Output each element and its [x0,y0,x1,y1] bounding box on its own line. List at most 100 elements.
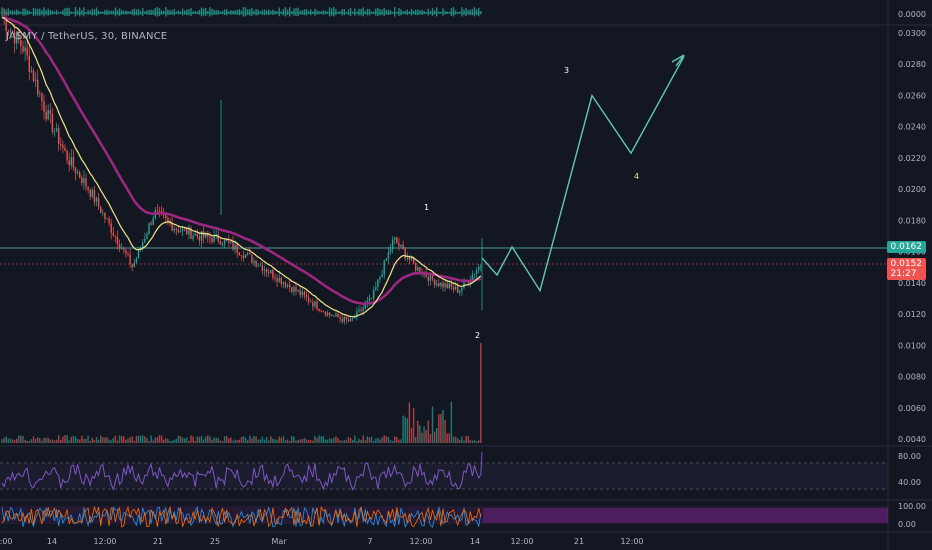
candle-body [68,160,70,166]
candle-body [452,287,455,290]
volume-bar [289,440,291,443]
time-tick: 25 [210,537,220,546]
candle-body [272,270,274,278]
top-strip-bar [305,9,308,16]
top-strip-bar [280,11,282,14]
top-strip-bar [343,9,345,16]
volume-bar [7,438,9,443]
candle-body [337,313,339,318]
volume-bar [347,437,350,443]
top-strip-bar [18,10,20,15]
candle-body [108,218,110,224]
symbol-title[interactable]: JASMY / TetherUS, 30, BINANCE [6,31,167,42]
volume-bar [152,440,154,443]
volume-bar [274,439,276,443]
volume-bar [268,440,270,443]
top-strip-bar [205,8,207,16]
volume-bar [181,437,184,443]
top-strip-bar [114,7,117,17]
volume-bar [253,435,255,443]
volume-bar [276,439,278,443]
volume-bar [255,436,257,443]
volume-bar [144,436,146,443]
top-strip-bar [301,10,303,15]
volume-bar [396,437,398,443]
candle-body [230,241,232,243]
volume-bar [95,437,98,443]
volume-bar [436,428,438,443]
candle-body [167,218,169,221]
top-strip-bar [261,9,264,15]
top-strip-bar [150,9,152,15]
volume-bar [259,439,261,443]
volume-bar [173,439,175,443]
top-strip-bar [234,10,236,15]
top-strip-bar [421,9,423,16]
candle-body [223,239,226,245]
volume-bar [139,435,142,443]
top-strip-bar [444,10,446,15]
top-strip-bar [398,7,400,17]
price-tick: 0.0280 [898,60,926,69]
elliott-projection-line[interactable] [481,56,685,293]
candle-body [87,186,89,190]
volume-bar [202,439,205,443]
volume-bar [72,435,75,443]
top-strip-bar [394,7,396,17]
volume-bar [106,437,108,443]
candle-body [370,297,373,299]
candle-body [322,311,324,313]
candle-body [471,274,474,280]
volume-bar [324,439,327,443]
candle-body [270,270,272,274]
candle-body [408,257,411,260]
top-strip-bar [95,7,98,17]
candle-body [232,241,234,250]
price-axis: 0.0300 0.0280 0.0260 0.0240 0.0220 0.0200 0.01… [898,29,926,444]
chart-canvas[interactable]: 0.0000 0.03000.02800.02600.02400.02200.0… [0,0,932,550]
price-tick: 0.0140 [898,279,926,288]
candle-body [268,272,270,274]
candle-body [454,286,457,290]
top-strip-bar [121,9,123,15]
candle-body [234,244,236,250]
top-strip-bar [179,11,182,15]
price-tick: 0.0080 [898,373,926,382]
top-strip-bar [278,7,280,17]
top-strip-bar [22,8,24,16]
volume-bar [87,435,89,443]
volume-bar [366,436,369,443]
top-strip-bar [270,10,272,15]
top-strip-bar [16,9,18,16]
top-strip-bar [341,8,343,16]
wave-label-4: 4 [634,172,639,181]
volume-bar [440,413,442,443]
volume-bar [360,439,362,443]
time-tick: 21 [153,537,163,546]
volume-bar [295,440,297,443]
volume-bar [471,440,474,443]
volume-bar [171,440,173,443]
candle-body [144,239,146,243]
volume-bar [316,437,318,443]
candle-body [417,267,419,271]
wave-label-1: 1 [424,203,429,212]
top-strip-bar [289,7,291,17]
volume-bar [417,420,419,443]
volume-bar [419,425,421,443]
volume-bar [368,437,371,443]
volume-bar [58,435,60,443]
volume-bar [53,440,56,443]
volume-bar [11,439,14,443]
volume-bar [385,436,387,443]
top-strip-bar [110,10,112,15]
top-strip-bar [219,11,222,14]
candle-body [289,284,291,288]
volume-bar [142,435,144,443]
top-strip-bar [362,7,364,17]
candle-body [22,46,24,52]
candle-body [148,223,150,235]
top-strip-bar [368,8,371,16]
top-strip-bar [144,11,146,14]
candle-body [358,309,360,312]
